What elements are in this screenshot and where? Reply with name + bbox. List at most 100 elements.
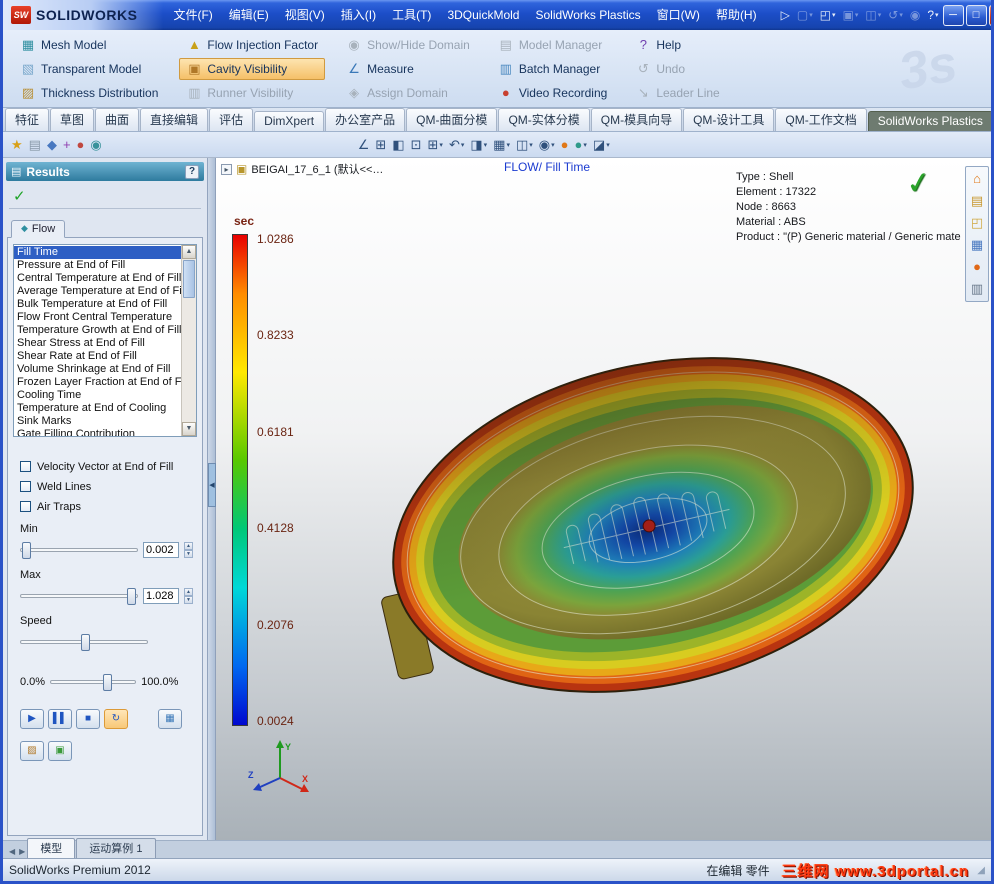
help-button[interactable]: ? — [185, 164, 199, 179]
result-item-temperature-growth-at-end-of-fill[interactable]: Temperature Growth at End of Fill — [14, 324, 181, 337]
tree-expander-icon[interactable]: ▸ — [221, 163, 232, 175]
max-slider-thumb[interactable] — [127, 587, 136, 605]
scroll-down-icon[interactable]: ▼ — [182, 421, 196, 436]
checkbox-box[interactable] — [20, 461, 31, 472]
result-item-central-temperature-at-end-of-fill[interactable]: Central Temperature at End of Fill — [14, 272, 181, 285]
design-library-icon[interactable]: ▤ — [971, 192, 983, 210]
resize-grip[interactable]: ◢ — [977, 865, 985, 876]
menu-item-f[interactable]: 文件(F) — [165, 0, 220, 30]
command-flow-injection-factor[interactable]: ▲ Flow Injection Factor — [179, 34, 325, 56]
min-value-input[interactable] — [143, 541, 179, 558]
collapse-panel-icon[interactable]: ◀ — [208, 463, 216, 507]
command-video-recording[interactable]: ● Video Recording — [491, 82, 615, 104]
new-document-icon[interactable]: ▢ ▾ — [795, 5, 815, 25]
featuremanager-tab-icon[interactable]: ▤ — [27, 134, 43, 156]
speed-slider[interactable] — [20, 633, 148, 651]
result-item-frozen-layer-fraction-at-end-of-fill[interactable]: Frozen Layer Fraction at End of Fill — [14, 376, 181, 389]
display-style-icon[interactable]: ◫ ▾ — [514, 134, 535, 156]
file-explorer-icon[interactable]: ◰ — [971, 214, 983, 232]
section-view-icon[interactable]: ◧ — [390, 134, 406, 156]
tab-scroll-left-icon[interactable]: ◀ — [7, 847, 17, 858]
menu-item-3dquickmold[interactable]: 3DQuickMold — [439, 0, 527, 30]
menu-item-solidworks-plastics[interactable]: SolidWorks Plastics — [527, 0, 648, 30]
result-item-volume-shrinkage-at-end-of-fill[interactable]: Volume Shrinkage at End of Fill — [14, 363, 181, 376]
propertymanager-tab-icon[interactable]: ★ — [9, 134, 25, 156]
configurationmanager-tab-icon[interactable]: ◆ — [45, 134, 59, 156]
close-button[interactable]: ✕ — [988, 4, 991, 26]
menu-item-i[interactable]: 插入(I) — [333, 0, 384, 30]
zoom-area-icon[interactable]: ⊞ ▾ — [426, 134, 445, 156]
custom-properties-icon[interactable]: ▥ — [971, 280, 983, 298]
max-slider[interactable] — [20, 587, 138, 605]
tab-flow[interactable]: ◆ Flow — [11, 219, 66, 238]
tab-qm[interactable]: QM-实体分模 — [498, 108, 590, 131]
options-icon[interactable]: ? ▾ — [925, 5, 940, 25]
section-tool-icon[interactable]: ◨ ▾ — [468, 134, 489, 156]
loop-button[interactable]: ↻ — [104, 708, 128, 729]
command-mesh-model[interactable]: ▦ Mesh Model — [13, 34, 165, 56]
tab-3[interactable]: 直接编辑 — [140, 108, 209, 131]
checkbox-box[interactable] — [20, 501, 31, 512]
ok-check-button[interactable]: ✓ — [13, 187, 31, 205]
result-item-fill-time[interactable]: Fill Time — [14, 245, 181, 259]
graphics-area[interactable]: ▸ ▣ BEIGAI_17_6_1 (默认<<… FLOW/ Fill Time… — [216, 158, 991, 840]
command-transparent-model[interactable]: ▧ Transparent Model — [13, 58, 165, 80]
checkbox-weld-lines[interactable]: Weld Lines — [20, 481, 197, 493]
view-orientation-icon[interactable]: ▦ ▾ — [491, 134, 512, 156]
tab-2[interactable]: 曲面 — [95, 108, 140, 131]
view-palette-icon[interactable]: ▦ — [971, 236, 983, 254]
open-document-icon[interactable]: ◰ ▾ — [818, 5, 838, 25]
menu-item-t[interactable]: 工具(T) — [384, 0, 439, 30]
displaymanager-tab-icon[interactable]: ● — [75, 134, 87, 156]
listbox-scrollbar[interactable]: ▲ ▼ — [181, 244, 196, 436]
tab-qm[interactable]: QM-工作文档 — [775, 108, 867, 131]
animation-slider[interactable] — [50, 673, 137, 691]
min-spinner[interactable]: ▲ ▼ — [184, 541, 193, 558]
scrollbar-track[interactable] — [182, 259, 196, 422]
view-settings-icon[interactable]: ◪ ▾ — [591, 134, 612, 156]
panel-splitter[interactable]: ◀ — [208, 158, 216, 840]
tab-4[interactable]: 评估 — [209, 108, 254, 131]
save-animation-button[interactable]: ▦ — [158, 708, 182, 729]
spin-up-icon[interactable]: ▲ — [184, 541, 193, 550]
result-item-gate-filling-contribution[interactable]: Gate Filling Contribution — [14, 428, 181, 436]
tab-6[interactable]: 办公室产品 — [325, 108, 406, 131]
minimize-button[interactable]: ─ — [942, 4, 964, 26]
menu-item-h[interactable]: 帮助(H) — [708, 0, 765, 30]
tab-qm[interactable]: QM-曲面分模 — [406, 108, 498, 131]
result-item-bulk-temperature-at-end-of-fill[interactable]: Bulk Temperature at End of Fill — [14, 298, 181, 311]
hide-show-items-icon[interactable]: ◉ ▾ — [537, 134, 557, 156]
print-icon[interactable]: ◫ ▾ — [863, 5, 883, 25]
measure-icon[interactable]: ∠ — [356, 134, 372, 156]
play-button[interactable]: ▶ — [20, 708, 44, 729]
menu-item-v[interactable]: 视图(V) — [277, 0, 333, 30]
command-help[interactable]: ? Help — [628, 34, 726, 56]
result-item-cooling-time[interactable]: Cooling Time — [14, 389, 181, 402]
command-batch-manager[interactable]: ▥ Batch Manager — [491, 58, 615, 80]
scrollbar-thumb[interactable] — [183, 259, 195, 298]
mass-properties-icon[interactable]: ⊞ — [373, 134, 388, 156]
maximize-button[interactable]: □ — [965, 4, 987, 26]
apply-scene-icon[interactable]: ● ▾ — [573, 134, 589, 156]
speed-slider-thumb[interactable] — [81, 633, 91, 651]
menu-item-w[interactable]: 窗口(W) — [649, 0, 708, 30]
tab-qm[interactable]: QM-模具向导 — [590, 108, 683, 131]
result-item-average-temperature-at-end-of-fill[interactable]: Average Temperature at End of Fill — [14, 285, 181, 298]
result-item-flow-front-central-temperature[interactable]: Flow Front Central Temperature — [14, 311, 181, 324]
max-value-input[interactable] — [143, 587, 179, 604]
save-image-button[interactable]: ▣ — [48, 740, 72, 761]
result-item-shear-rate-at-end-of-fill[interactable]: Shear Rate at End of Fill — [14, 350, 181, 363]
checkbox-box[interactable] — [20, 481, 31, 492]
scroll-up-icon[interactable]: ▲ — [182, 244, 196, 259]
tab-0[interactable]: 特征 — [5, 108, 50, 131]
resources-home-icon[interactable]: ⌂ — [973, 170, 981, 188]
animation-slider-thumb[interactable] — [103, 673, 113, 691]
menu-item-e[interactable]: 编辑(E) — [221, 0, 277, 30]
dimxpertmanager-tab-icon[interactable]: + — [61, 134, 73, 156]
max-spinner[interactable]: ▲ ▼ — [184, 587, 193, 604]
result-item-shear-stress-at-end-of-fill[interactable]: Shear Stress at End of Fill — [14, 337, 181, 350]
send-feedback-icon[interactable]: ▷ — [779, 5, 792, 25]
command-cavity-visibility[interactable]: ▣ Cavity Visibility — [179, 57, 326, 80]
result-item-temperature-at-end-of-cooling[interactable]: Temperature at End of Cooling — [14, 402, 181, 415]
spin-down-icon[interactable]: ▼ — [184, 595, 193, 604]
